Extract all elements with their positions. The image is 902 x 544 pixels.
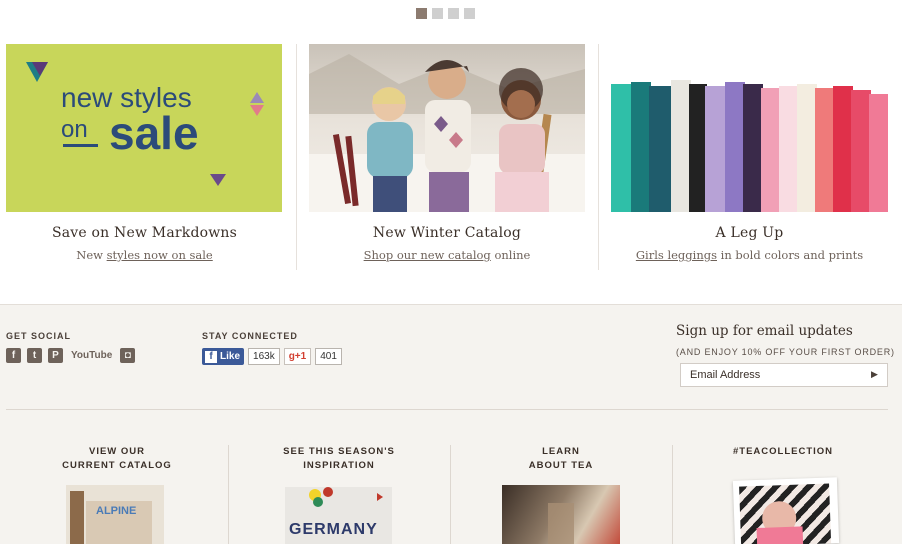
facebook-like-label: Like <box>220 351 241 362</box>
instagram-thumbnail[interactable] <box>732 477 840 544</box>
promo-title: A Leg Up <box>715 225 784 241</box>
submit-arrow-icon[interactable]: ▶ <box>871 370 878 380</box>
inspiration-thumbnail[interactable]: GERMANY <box>285 487 392 544</box>
social-icons: f t P YouTube ◘ <box>6 348 136 363</box>
footer: GET SOCIAL f t P YouTube ◘ STAY CONNECTE… <box>0 304 902 544</box>
carousel-dot[interactable] <box>448 8 459 19</box>
carousel-dots <box>416 8 475 19</box>
leggings-photo <box>611 80 888 212</box>
promo-leggings-image[interactable] <box>611 44 888 212</box>
col-heading: INSPIRATION <box>303 460 375 471</box>
sale-text-sale: sale <box>109 107 199 159</box>
divider <box>6 409 888 410</box>
carousel-dot[interactable] <box>432 8 443 19</box>
promo-subtitle-text: online <box>490 248 531 262</box>
promo-subtitle: Girls leggings in bold colors and prints <box>611 248 888 262</box>
footer-col-catalog[interactable]: VIEW OUR CURRENT CATALOG <box>6 445 228 473</box>
footer-col-instagram[interactable]: #TEACOLLECTION <box>672 445 894 459</box>
sale-underline <box>63 144 98 147</box>
promo-subtitle-text: in bold colors and prints <box>717 248 864 262</box>
catalog-thumbnail[interactable]: ALPINE <box>66 485 164 544</box>
diamond-icon <box>250 92 264 116</box>
signup-subtitle: (AND ENJOY 10% OFF YOUR FIRST ORDER) <box>676 347 895 357</box>
twitter-icon[interactable]: t <box>27 348 42 363</box>
promo-link[interactable]: Shop our new catalog <box>364 248 491 262</box>
divider <box>598 44 599 270</box>
divider <box>296 44 297 270</box>
email-field[interactable]: Email Address <box>680 363 888 387</box>
about-thumbnail[interactable] <box>502 485 620 544</box>
col-heading: ABOUT TEA <box>528 460 594 471</box>
promo-markdowns[interactable]: new styles on sale Save on New Markdowns… <box>6 44 283 272</box>
facebook-icon: f <box>205 350 217 363</box>
promo-title: Save on New Markdowns <box>51 225 238 241</box>
get-social-label: GET SOCIAL <box>6 331 72 341</box>
promo-leggings[interactable]: A Leg Up Girls leggings in bold colors a… <box>611 44 888 272</box>
instagram-icon[interactable]: ◘ <box>120 348 136 363</box>
footer-col-about[interactable]: LEARN ABOUT TEA <box>450 445 672 473</box>
triangle-icon <box>210 174 226 186</box>
triangle-icon <box>26 62 48 82</box>
stay-connected-label: STAY CONNECTED <box>202 331 298 341</box>
promo-subtitle: Shop our new catalog online <box>309 248 585 262</box>
promo-row: new styles on sale Save on New Markdowns… <box>0 44 902 272</box>
promo-link[interactable]: Girls leggings <box>636 248 717 262</box>
youtube-icon[interactable]: YouTube <box>69 348 114 363</box>
col-heading: #TEACOLLECTION <box>732 446 834 457</box>
promo-winter-image[interactable] <box>309 44 585 212</box>
promo-subtitle-text: New <box>76 248 107 262</box>
promo-title: New Winter Catalog <box>372 225 522 241</box>
facebook-icon[interactable]: f <box>6 348 21 363</box>
google-plus-button[interactable]: g+1 <box>283 348 312 365</box>
footer-col-inspiration[interactable]: SEE THIS SEASON'S INSPIRATION <box>228 445 450 473</box>
col-heading: CURRENT CATALOG <box>62 460 172 471</box>
facebook-like-count: 163k <box>248 348 280 365</box>
thumb-text: GERMANY <box>289 521 378 538</box>
pinterest-icon[interactable]: P <box>48 348 63 363</box>
promo-winter-catalog[interactable]: New Winter Catalog Shop our new catalog … <box>309 44 585 272</box>
kids-photo <box>309 54 585 212</box>
col-heading: SEE THIS SEASON'S <box>283 446 395 457</box>
facebook-like-button[interactable]: f Like <box>202 348 245 365</box>
promo-link[interactable]: styles now on sale <box>107 248 213 262</box>
divider <box>672 445 673 544</box>
promo-sale-image[interactable]: new styles on sale <box>6 44 282 212</box>
thumb-text: ALPINE <box>96 505 137 517</box>
col-heading: LEARN <box>542 446 580 457</box>
carousel-dot[interactable] <box>416 8 427 19</box>
carousel-dot[interactable] <box>464 8 475 19</box>
sale-text-on: on <box>61 116 88 143</box>
social-counters: f Like 163k g+1 401 <box>202 348 342 365</box>
signup-title: Sign up for email updates <box>676 323 853 339</box>
col-heading: VIEW OUR <box>88 446 146 457</box>
promo-subtitle: New styles now on sale <box>6 248 283 262</box>
google-plus-count: 401 <box>315 348 342 365</box>
